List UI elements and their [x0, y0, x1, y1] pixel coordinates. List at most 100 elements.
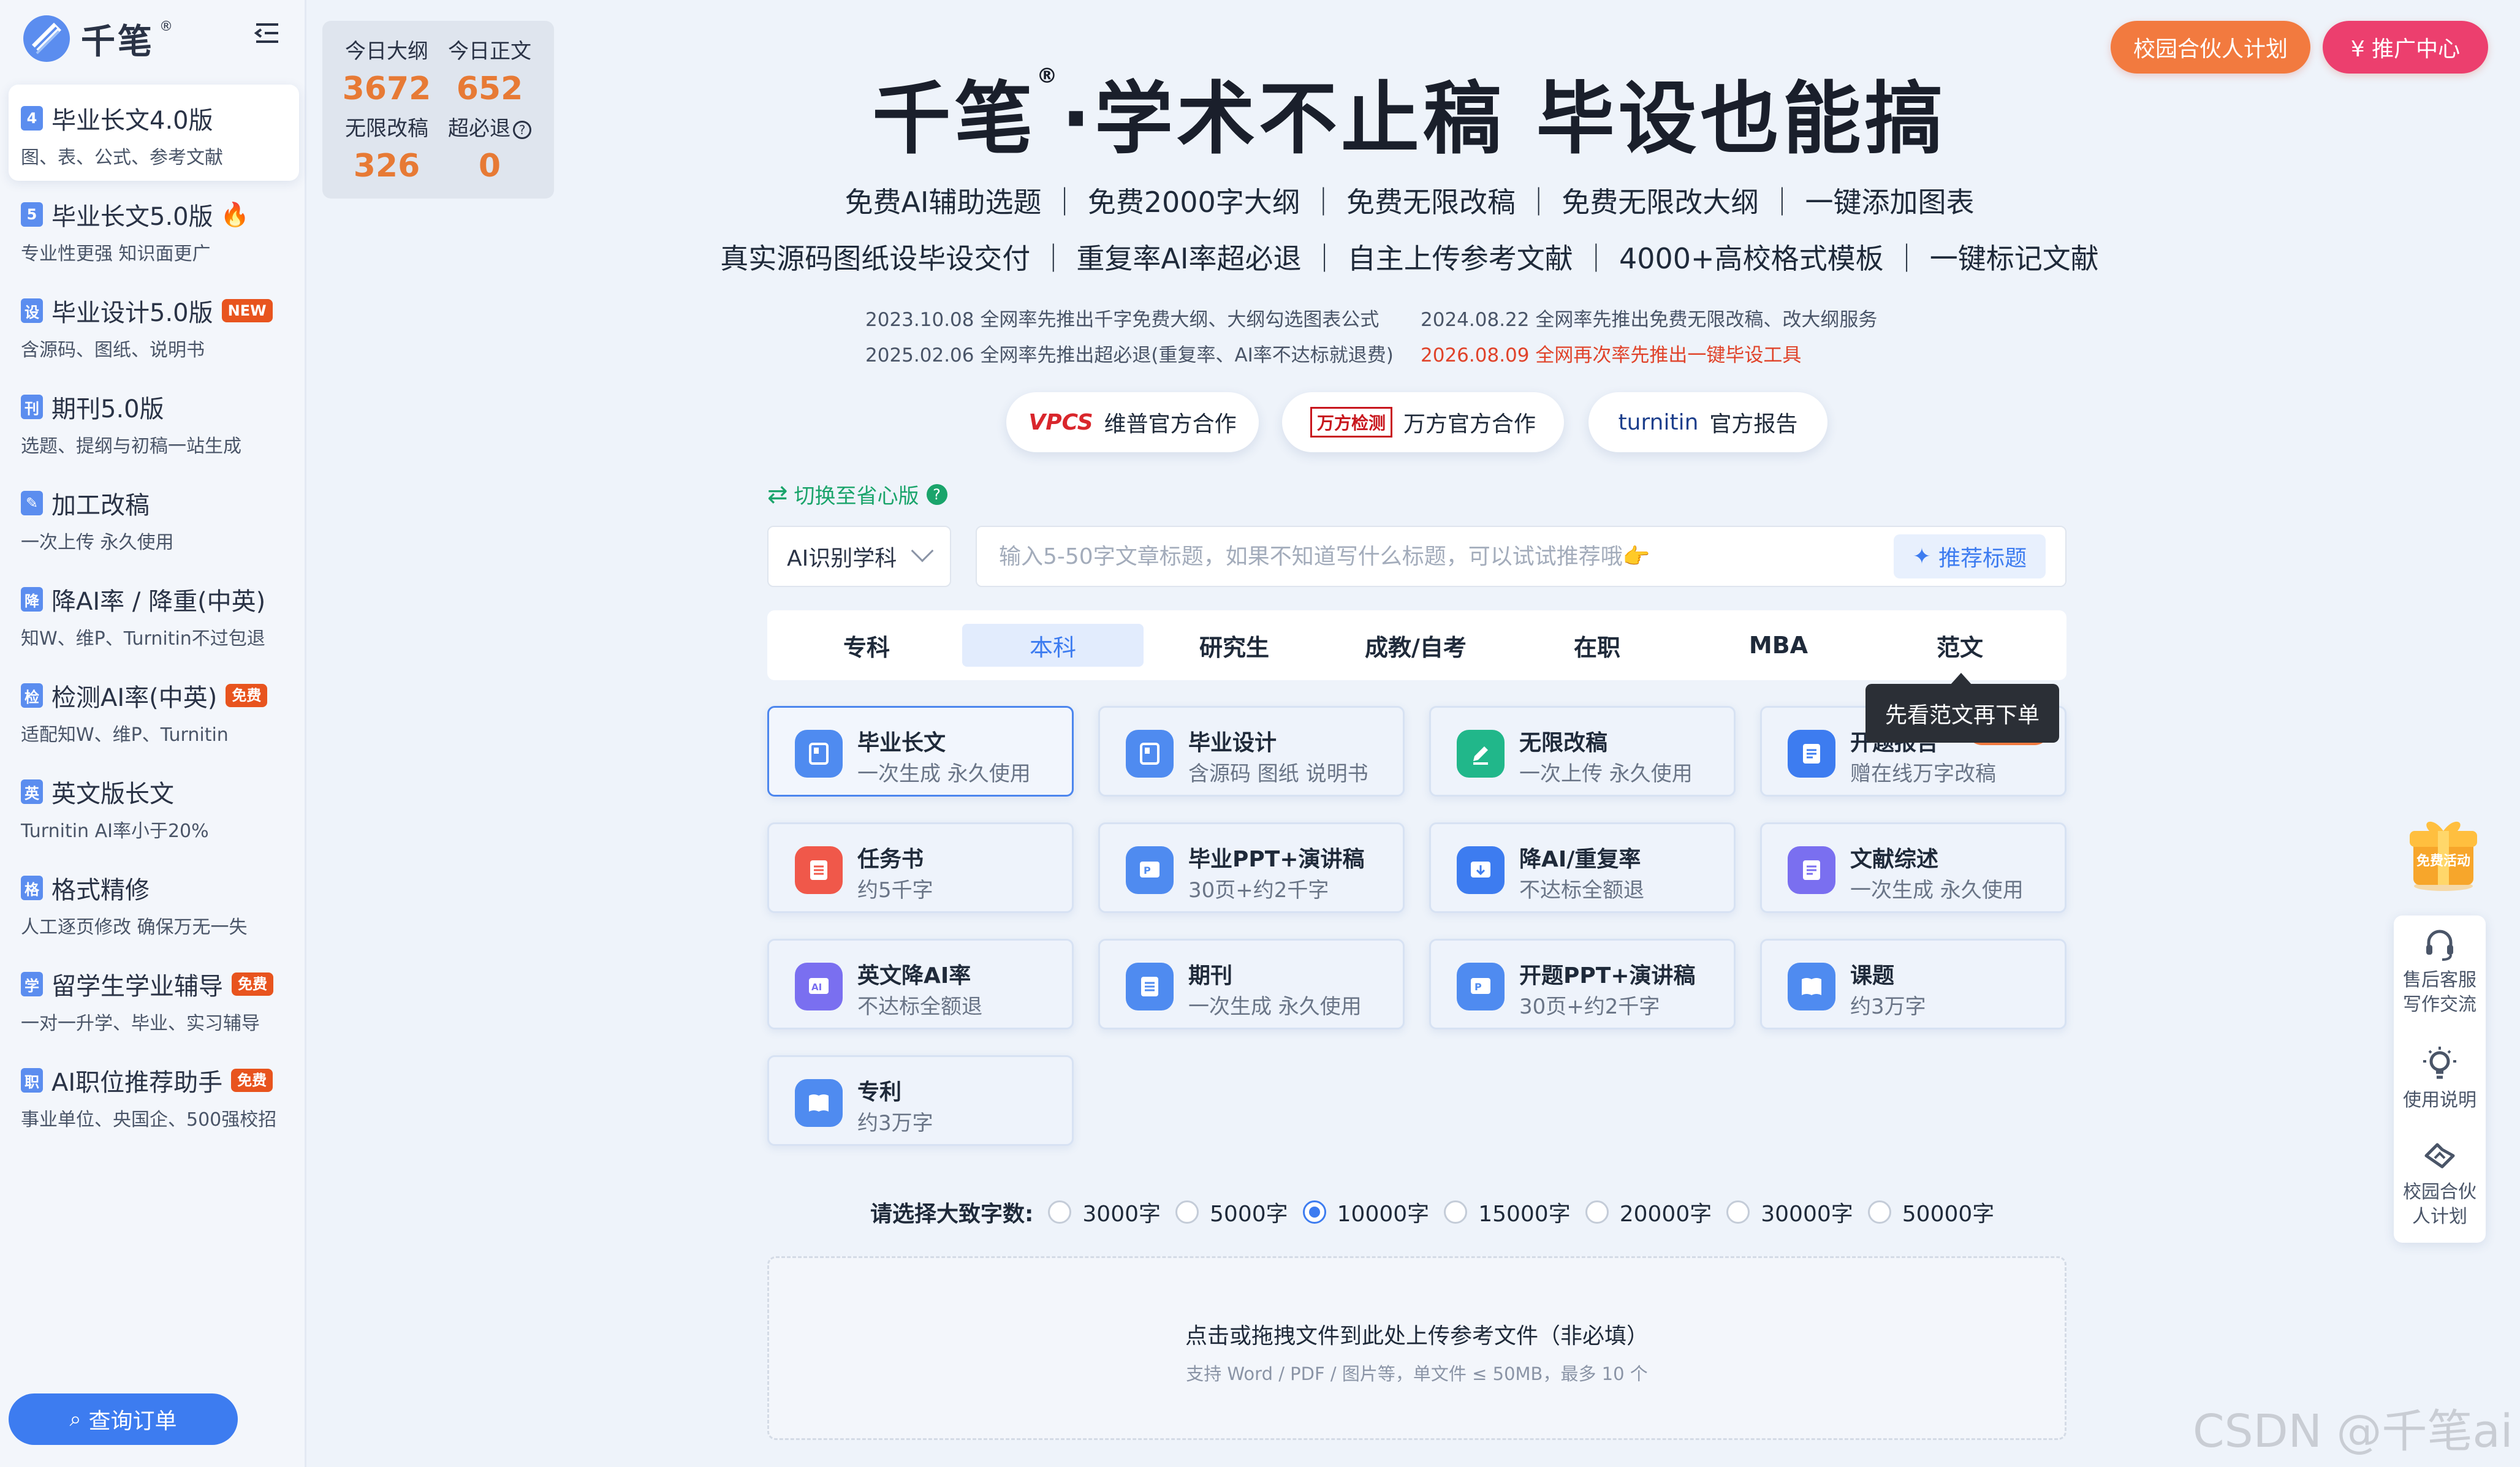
word-count-option[interactable]: 5000字 [1175, 1196, 1288, 1228]
campus-partner-float-button[interactable]: 校园合伙人计划 [2394, 1136, 2486, 1229]
sidebar-item-english-thesis[interactable]: 英英文版长文 Turnitin AI率小于20% [9, 758, 299, 854]
service-card-literature-review[interactable]: 文献综述 一次生成 永久使用 [1760, 822, 2066, 913]
service-card-design[interactable]: 毕业设计 含源码 图纸 说明书 [1098, 706, 1405, 797]
service-card-patent[interactable]: 专利 约3万字 [767, 1055, 1074, 1146]
partner-label: 官方报告 [1709, 412, 1798, 437]
partner-vpcs[interactable]: VPCS 维普官方合作 [1006, 392, 1259, 452]
radio-label: 5000字 [1210, 1202, 1288, 1227]
customer-service-button[interactable]: 售后客服写作交流 [2394, 924, 2486, 1017]
svg-text:P: P [1144, 865, 1151, 876]
sidebar-item-desc: Turnitin AI率小于20% [21, 821, 209, 842]
radio-button[interactable] [1867, 1200, 1891, 1224]
recommend-title-button[interactable]: ✦ 推荐标题 [1894, 534, 2046, 578]
free-badge: 免费 [231, 1069, 273, 1092]
query-order-button[interactable]: ⌕ 查询订单 [9, 1393, 238, 1445]
service-card-reduce-ai[interactable]: 降AI/重复率 不达标全额退 [1429, 822, 1736, 913]
svg-text:AI: AI [811, 982, 822, 993]
tab-mba[interactable]: MBA [1688, 624, 1869, 667]
card-subtitle: 赠在线万字改稿 [1850, 762, 1996, 786]
detect-ai-icon: 检 [21, 683, 43, 708]
sidebar-item-label: AI职位推荐助手 [51, 1069, 223, 1097]
service-card-defense-ppt[interactable]: P 毕业PPT+演讲稿 30页+约2千字 [1098, 822, 1405, 913]
switch-version-link[interactable]: ⇄ 切换至省心版 ? [767, 479, 947, 509]
word-count-option[interactable]: 30000字 [1726, 1196, 1853, 1228]
tab-sample-essay[interactable]: 范文 [1869, 624, 2051, 667]
floating-help-panel: 售后客服写作交流 使用说明 校园合伙人计划 [2394, 915, 2486, 1243]
partner-label: 万方官方合作 [1403, 412, 1536, 437]
radio-button[interactable] [1444, 1200, 1468, 1224]
tab-junior-college[interactable]: 专科 [776, 624, 957, 667]
sidebar-item-format[interactable]: 格格式精修 人工逐页修改 确保万无一失 [9, 854, 299, 950]
sidebar-item-reduce-ai[interactable]: 降降AI率 / 降重(中英) 知W、维P、Turnitin不过包退 [9, 566, 299, 662]
sidebar-item-desc: 专业性更强 知识面更广 [21, 243, 211, 265]
free-activity-gift-icon[interactable]: 免费活动 [2402, 813, 2484, 892]
word-count-option[interactable]: 3000字 [1048, 1196, 1161, 1228]
service-card-english-reduce-ai[interactable]: AI 英文降AI率 不达标全额退 [767, 939, 1074, 1029]
card-title: 降AI/重复率 [1519, 847, 1641, 872]
query-order-label: 查询订单 [88, 1409, 177, 1434]
reference-upload-dropzone[interactable]: 点击或拖拽文件到此处上传参考文件（非必填） 支持 Word / PDF / 图片… [767, 1256, 2066, 1440]
service-card-proposal-ppt[interactable]: P 开题PPT+演讲稿 30页+约2千字 [1429, 939, 1736, 1029]
card-subtitle: 不达标全额退 [857, 995, 982, 1019]
radio-button-selected[interactable] [1302, 1200, 1326, 1224]
watermark: CSDN @千笔ai [2193, 1405, 2513, 1458]
word-count-option[interactable]: 10000字 [1302, 1196, 1429, 1228]
chevron-down-icon [911, 539, 934, 563]
logo[interactable]: 千笔 ® [21, 11, 173, 66]
sidebar-item-graduation-design[interactable]: 设毕业设计5.0版 NEW 含源码、图纸、说明书 [9, 277, 299, 373]
design-icon [1126, 730, 1174, 778]
service-card-thesis[interactable]: 毕业长文 一次生成 永久使用 [767, 706, 1074, 797]
handshake-icon [2424, 1143, 2455, 1169]
gift-label: 免费活动 [2416, 853, 2470, 869]
switch-version-label: 切换至省心版 [794, 484, 919, 509]
sidebar-item-study-abroad[interactable]: 学留学生学业辅导 免费 一对一升学、毕业、实习辅导 [9, 950, 299, 1047]
new-badge: NEW [221, 299, 273, 322]
card-title: 英文降AI率 [857, 963, 971, 988]
sidebar-item-revise[interactable]: ✎ 加工改稿 一次上传 永久使用 [9, 469, 299, 566]
radio-label: 50000字 [1902, 1202, 1995, 1227]
design-icon: 设 [21, 298, 43, 323]
sidebar-item-desc: 图、表、公式、参考文献 [21, 147, 223, 169]
word-count-option[interactable]: 15000字 [1444, 1196, 1571, 1228]
subject-select[interactable]: AI识别学科 [767, 526, 951, 587]
degree-tabs: 专科 本科 研究生 成教/自考 在职 MBA 范文 [767, 610, 2066, 680]
card-title: 专利 [857, 1080, 902, 1105]
service-card-journal[interactable]: 期刊 一次生成 永久使用 [1098, 939, 1405, 1029]
promotion-center-button[interactable]: ¥ 推广中心 [2323, 21, 2488, 74]
logo-text: 千笔 [81, 21, 154, 62]
usage-guide-button[interactable]: 使用说明 [2394, 1044, 2486, 1113]
service-card-task-book[interactable]: 任务书 约5千字 [767, 822, 1074, 913]
service-card-topic[interactable]: 课题 约3万字 [1760, 939, 2066, 1029]
sidebar-item-desc: 含源码、图纸、说明书 [21, 339, 205, 361]
radio-button[interactable] [1175, 1200, 1199, 1224]
help-icon[interactable]: ? [513, 120, 531, 139]
collapse-sidebar-icon[interactable] [254, 21, 281, 45]
sidebar-item-job-assistant[interactable]: 职 AI职位推荐助手 免费 事业单位、央国企、500强校招 [9, 1047, 299, 1143]
service-card-revise[interactable]: 无限改稿 一次上传 永久使用 [1429, 706, 1736, 797]
radio-button[interactable] [1048, 1200, 1072, 1224]
word-count-option[interactable]: 50000字 [1867, 1196, 1995, 1228]
thesis-4-icon: 4 [21, 106, 43, 131]
sidebar-item-thesis-5[interactable]: 5 毕业长文5.0版 🔥 专业性更强 知识面更广 [9, 181, 299, 277]
sidebar-item-detect-ai[interactable]: 检检测AI率(中英) 免费 适配知W、维P、Turnitin [9, 662, 299, 758]
free-badge: 免费 [232, 972, 273, 996]
flame-icon: 🔥 [220, 200, 249, 228]
tab-in-service[interactable]: 在职 [1506, 624, 1688, 667]
tab-undergraduate[interactable]: 本科 [962, 624, 1144, 667]
radio-button[interactable] [1726, 1200, 1750, 1224]
magic-wand-icon: ✦ [1912, 544, 1932, 569]
features-line-2: 真实源码图纸设毕设交付 ｜ 重复率AI率超必退 ｜ 自主上传参考文献 ｜ 400… [720, 242, 2099, 275]
tab-adult-education[interactable]: 成教/自考 [1325, 624, 1506, 667]
sidebar-item-desc: 适配知W、维P、Turnitin [21, 724, 229, 746]
partner-turnitin[interactable]: turnitin 官方报告 [1588, 392, 1827, 452]
search-icon: ⌕ [69, 1407, 82, 1431]
campus-partner-button[interactable]: 校园合伙人计划 [2111, 21, 2310, 74]
help-icon[interactable]: ? [926, 483, 947, 505]
tab-graduate[interactable]: 研究生 [1144, 624, 1325, 667]
radio-button[interactable] [1585, 1200, 1609, 1224]
card-subtitle: 一次生成 永久使用 [1850, 878, 2024, 903]
sidebar-item-thesis-4[interactable]: 4 毕业长文4.0版 图、表、公式、参考文献 [9, 85, 299, 181]
partner-wanfang[interactable]: 万方检测 万方官方合作 [1282, 392, 1564, 452]
sidebar-item-desc: 一次上传 永久使用 [21, 532, 174, 553]
word-count-option[interactable]: 20000字 [1585, 1196, 1712, 1228]
